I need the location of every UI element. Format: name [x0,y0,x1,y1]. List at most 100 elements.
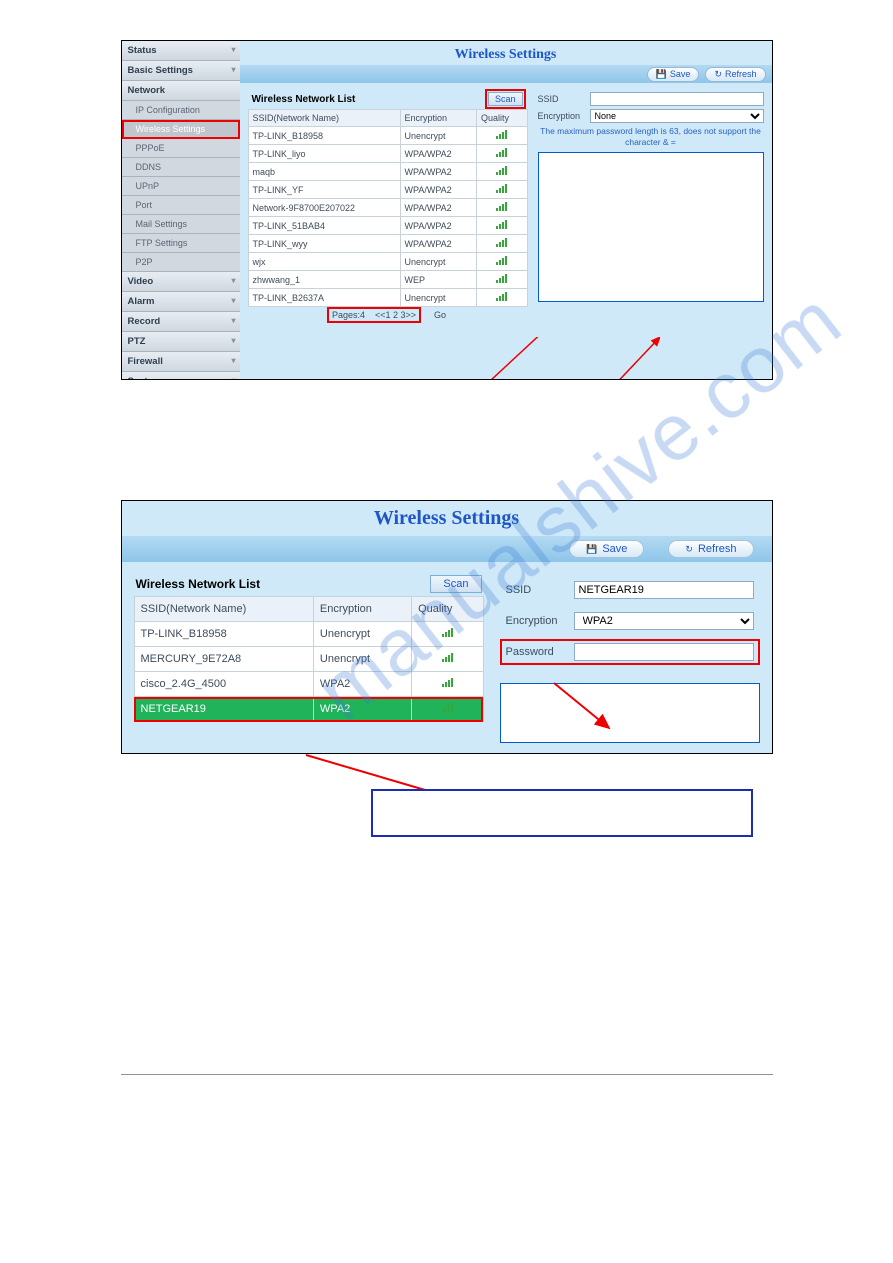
panel-2-container: Wireless Settings Save Refresh Wireless … [121,500,773,754]
table-row[interactable]: cisco_2.4G_4500WPA2 [134,672,483,697]
sidebar-sub-ddns[interactable]: DDNS [122,158,240,177]
encryption-select-1[interactable]: None [590,109,764,123]
quality-cell [477,163,527,181]
encryption-cell: WPA/WPA2 [400,235,477,253]
table-row[interactable]: TP-LINK_YFWPA/WPA2 [248,181,527,199]
quality-cell [477,145,527,163]
sidebar-item-system[interactable]: System [122,372,240,380]
signal-icon [496,184,507,193]
col-ssid-2: SSID(Network Name) [134,597,313,622]
save-icon [586,543,597,555]
sidebar-item-record[interactable]: Record [122,312,240,332]
wireless-network-list-1: Wireless Network List Scan SSID(Network … [248,89,528,323]
table-row[interactable]: TP-LINK_51BAB4WPA/WPA2 [248,217,527,235]
col-enc-2: Encryption [313,597,411,622]
password-label: Password [506,646,568,658]
table-row[interactable]: TP-LINK_B18958Unencrypt [134,622,483,647]
col-ssid-1: SSID(Network Name) [248,110,400,127]
table-row[interactable]: TP-LINK_wyyWPA/WPA2 [248,235,527,253]
page-title-1: Wireless Settings [240,41,772,65]
sidebar-item-video[interactable]: Video [122,272,240,292]
sidebar: Status Basic Settings Network IP Configu… [122,41,240,379]
ssid-cell: TP-LINK_B2637A [248,289,400,307]
ssid-input-2[interactable] [574,581,754,599]
ssid-cell: Network-9F8700E207022 [248,199,400,217]
save-button-2[interactable]: Save [569,540,644,558]
network-table-1: SSID(Network Name) Encryption Quality TP… [248,109,528,307]
table-row[interactable]: TP-LINK_B18958Unencrypt [248,127,527,145]
ssid-cell: TP-LINK_B18958 [134,622,313,647]
pager-pages: Pages:4 [332,310,365,320]
encryption-cell: WPA/WPA2 [400,217,477,235]
refresh-button-2-label: Refresh [698,543,737,555]
ssid-cell: TP-LINK_liyo [248,145,400,163]
sidebar-sub-p2p[interactable]: P2P [122,253,240,272]
sidebar-item-firewall[interactable]: Firewall [122,352,240,372]
signal-icon [496,220,507,229]
pager-go[interactable]: Go [434,310,446,320]
sidebar-sub-wireless-settings[interactable]: Wireless Settings [122,120,240,139]
encryption-cell: Unencrypt [400,253,477,271]
ssid-cell: zhwwang_1 [248,271,400,289]
sidebar-item-network[interactable]: Network [122,81,240,101]
sidebar-item-ptz[interactable]: PTZ [122,332,240,352]
table-row[interactable]: wjxUnencrypt [248,253,527,271]
sidebar-item-status[interactable]: Status [122,41,240,61]
quality-cell [477,127,527,145]
table-row[interactable]: Network-9F8700E207022WPA/WPA2 [248,199,527,217]
quality-cell [477,253,527,271]
table-row[interactable]: zhwwang_1WEP [248,271,527,289]
scan-button-2[interactable]: Scan [430,575,481,593]
annotation-arrow-1 [400,337,660,380]
encryption-cell: Unencrypt [313,647,411,672]
refresh-button-2[interactable]: Refresh [668,540,753,558]
scan-button-1[interactable]: Scan [488,92,523,106]
pager-links[interactable]: <<1 2 3>> [375,310,416,320]
wireless-network-list-2: Wireless Network List Scan SSID(Network … [134,572,484,743]
signal-icon [442,703,453,712]
quality-cell [412,622,483,647]
quality-cell [477,181,527,199]
sidebar-sub-ip-configuration[interactable]: IP Configuration [122,101,240,120]
ssid-cell: NETGEAR19 [134,697,313,722]
table-row[interactable]: MERCURY_9E72A8Unencrypt [134,647,483,672]
encryption-label-2: Encryption [506,615,568,627]
table-row[interactable]: maqbWPA/WPA2 [248,163,527,181]
ssid-cell: MERCURY_9E72A8 [134,647,313,672]
table-row[interactable]: NETGEAR19WPA2 [134,697,483,722]
sidebar-sub-pppoe[interactable]: PPPoE [122,139,240,158]
sidebar-sub-upnp[interactable]: UPnP [122,177,240,196]
page-title-2: Wireless Settings [122,501,772,536]
panel-2: Wireless Settings Save Refresh Wireless … [121,500,773,754]
col-enc-1: Encryption [400,110,477,127]
sidebar-item-basic-settings[interactable]: Basic Settings [122,61,240,81]
quality-cell [477,199,527,217]
pager: Pages:4 <<1 2 3>> Go [248,307,528,323]
signal-icon [442,653,453,662]
sidebar-sub-ftp-settings[interactable]: FTP Settings [122,234,240,253]
signal-icon [496,292,507,301]
signal-icon [496,166,507,175]
ssid-cell: cisco_2.4G_4500 [134,672,313,697]
sidebar-sub-mail-settings[interactable]: Mail Settings [122,215,240,234]
callout-box-2 [500,683,760,743]
quality-cell [477,217,527,235]
save-button-1[interactable]: Save [647,67,700,82]
ssid-input-1[interactable] [590,92,764,106]
scan-button-highlight: Scan [487,91,524,107]
list-heading-2: Wireless Network List [136,577,261,591]
encryption-select-2[interactable]: WPA2 [574,612,754,630]
ssid-cell: maqb [248,163,400,181]
table-row[interactable]: TP-LINK_B2637AUnencrypt [248,289,527,307]
encryption-cell: Unencrypt [400,289,477,307]
encryption-label-1: Encryption [538,111,586,121]
signal-icon [496,256,507,265]
sidebar-item-alarm[interactable]: Alarm [122,292,240,312]
sidebar-sub-port[interactable]: Port [122,196,240,215]
pager-highlight: Pages:4 <<1 2 3>> [329,309,419,321]
password-input[interactable] [574,643,754,661]
refresh-button-1[interactable]: Refresh [705,67,765,82]
save-button-1-label: Save [670,69,691,79]
toolbar-2: Save Refresh [122,536,772,562]
table-row[interactable]: TP-LINK_liyoWPA/WPA2 [248,145,527,163]
